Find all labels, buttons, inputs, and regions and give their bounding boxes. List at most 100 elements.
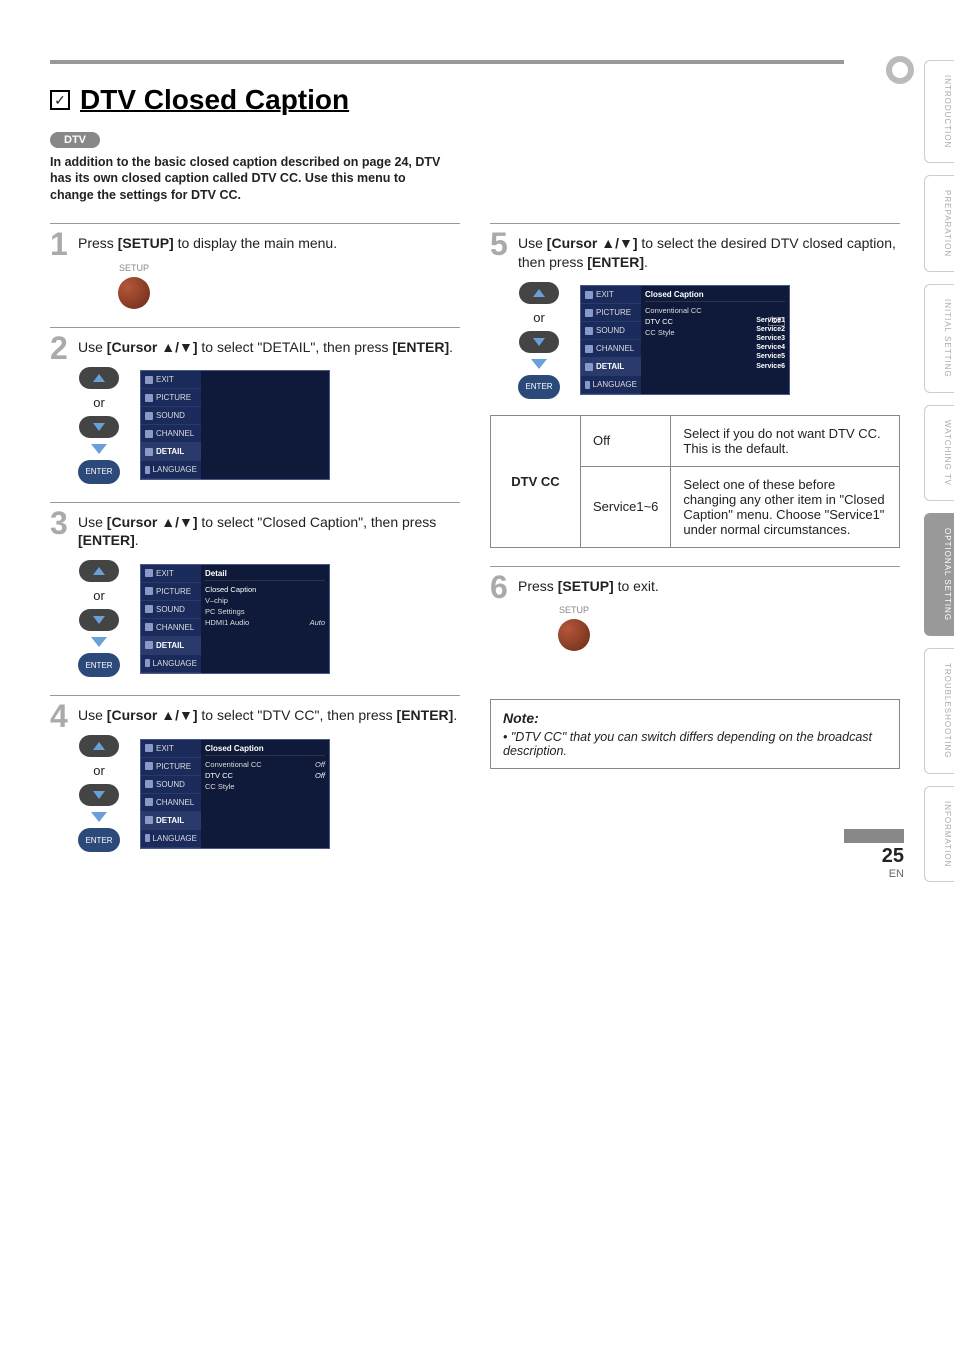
chevron-down-icon — [91, 444, 107, 454]
step-4: 4 Use [Cursor ▲/▼] to select "DTV CC", t… — [50, 695, 460, 870]
osd-tab-language: LANGUAGE — [141, 655, 201, 673]
osd-tab-language: LANGUAGE — [141, 830, 201, 848]
osd-step5: EXIT PICTURE SOUND CHANNEL DETAIL LANGUA… — [580, 285, 790, 395]
osd-tab-detail: DETAIL — [141, 637, 201, 655]
note-item: "DTV CC" that you can switch differs dep… — [503, 730, 887, 758]
t: Press — [518, 578, 558, 594]
osd-tab-language: LANGUAGE — [581, 376, 641, 394]
step-1: 1 Press [SETUP] to display the main menu… — [50, 223, 460, 327]
osd-tab-channel: CHANNEL — [141, 794, 201, 812]
step-number: 4 — [50, 700, 68, 732]
service-opt: Service4 — [756, 343, 785, 352]
t: [ENTER] — [392, 339, 449, 355]
t: . — [135, 532, 139, 548]
osd-tab-picture: PICTURE — [141, 758, 201, 776]
option-desc: Select if you do not want DTV CC. This i… — [671, 415, 900, 466]
t: [Cursor ▲/▼] — [107, 339, 198, 355]
cursor-down-icon — [519, 331, 559, 353]
t: . — [453, 707, 457, 723]
step-2: 2 Use [Cursor ▲/▼] to select "DETAIL", t… — [50, 327, 460, 502]
osd-tab-picture: PICTURE — [581, 304, 641, 322]
service-opt: Service6 — [756, 362, 785, 371]
t: Use — [518, 235, 547, 251]
page-lang: EN — [844, 868, 904, 880]
step-5: 5 Use [Cursor ▲/▼] to select the desired… — [490, 223, 900, 566]
footer: 25 EN — [844, 829, 904, 880]
t: Use — [78, 514, 107, 530]
osd-tab-sound: SOUND — [141, 776, 201, 794]
service-list: Service1 Service2 Service3 Service4 Serv… — [756, 316, 785, 371]
side-tab-initial-setting[interactable]: INITIAL SETTING — [924, 284, 954, 393]
step-number: 5 — [490, 228, 508, 260]
t: [SETUP] — [558, 578, 614, 594]
osd-tab-detail: DETAIL — [581, 358, 641, 376]
t: [Cursor ▲/▼] — [107, 707, 198, 723]
t: . — [449, 339, 453, 355]
side-tab-troubleshooting[interactable]: TROUBLESHOOTING — [924, 648, 954, 773]
option-desc: Select one of these before changing any … — [671, 466, 900, 547]
dtv-cc-option-table: DTV CC Off Select if you do not want DTV… — [490, 415, 900, 548]
option-name: Service1~6 — [581, 466, 671, 547]
osd-item: HDMI1 AudioAuto — [205, 617, 325, 628]
side-tab-optional-setting[interactable]: OPTIONAL SETTING — [924, 513, 954, 636]
step-3: 3 Use [Cursor ▲/▼] to select "Closed Cap… — [50, 502, 460, 696]
top-rule — [50, 60, 844, 64]
remote-cursor-stack: or ENTER — [518, 282, 560, 399]
t: [ENTER] — [78, 532, 135, 548]
side-tab-watching-tv[interactable]: WATCHING TV — [924, 405, 954, 501]
chevron-down-icon — [91, 812, 107, 822]
note-title: Note: — [503, 710, 887, 726]
osd-tab-detail: DETAIL — [141, 443, 201, 461]
intro-text: In addition to the basic closed caption … — [50, 154, 450, 203]
osd-tab-exit: EXIT — [141, 565, 201, 583]
osd-tab-exit: EXIT — [141, 371, 201, 389]
step-number: 2 — [50, 332, 68, 364]
t: to select "DTV CC", then press — [198, 707, 397, 723]
step-4-text: Use [Cursor ▲/▼] to select "DTV CC", the… — [78, 706, 460, 725]
cursor-up-icon — [79, 560, 119, 582]
t: . — [644, 254, 648, 270]
remote-cursor-stack: or ENTER — [78, 735, 120, 852]
cursor-down-icon — [79, 609, 119, 631]
osd-header: Closed Caption — [205, 744, 325, 756]
service-opt: Service5 — [756, 352, 785, 361]
osd-tab-sound: SOUND — [141, 601, 201, 619]
osd-item: Conventional CCOff — [205, 759, 325, 770]
side-nav: INTRODUCTION PREPARATION INITIAL SETTING… — [924, 60, 954, 882]
cursor-up-icon — [79, 367, 119, 389]
enter-button-icon: ENTER — [78, 653, 120, 677]
step-3-visual: or ENTER EXIT PICTURE SOUND CHANNEL DETA… — [78, 560, 460, 677]
step-6-visual: SETUP — [518, 605, 900, 651]
left-column: 1 Press [SETUP] to display the main menu… — [50, 223, 460, 870]
t: to select "DETAIL", then press — [198, 339, 393, 355]
chevron-down-icon — [91, 637, 107, 647]
osd-tab-exit: EXIT — [141, 740, 201, 758]
side-tab-preparation[interactable]: PREPARATION — [924, 175, 954, 272]
service-opt: Service3 — [756, 334, 785, 343]
step-6-text: Press [SETUP] to exit. — [518, 577, 900, 596]
step-5-visual: or ENTER EXIT PICTURE SOUND CHANNEL DETA… — [518, 282, 900, 399]
step-1-text: Press [SETUP] to display the main menu. — [78, 234, 460, 253]
top-circle-decoration — [886, 56, 914, 84]
enter-button-icon: ENTER — [78, 460, 120, 484]
t: to select "Closed Caption", then press — [198, 514, 437, 530]
osd-step3: EXIT PICTURE SOUND CHANNEL DETAIL LANGUA… — [140, 564, 330, 674]
enter-button-icon: ENTER — [518, 375, 560, 399]
title-row: ✓ DTV Closed Caption — [50, 84, 904, 116]
step-3-text: Use [Cursor ▲/▼] to select "Closed Capti… — [78, 513, 460, 551]
t: Use — [78, 707, 107, 723]
side-tab-information[interactable]: INFORMATION — [924, 786, 954, 882]
t: Use — [78, 339, 107, 355]
osd-tab-sound: SOUND — [581, 322, 641, 340]
remote-cursor-stack: or ENTER — [78, 367, 120, 484]
option-name: Off — [581, 415, 671, 466]
cursor-down-icon — [79, 416, 119, 438]
text: Press — [78, 235, 118, 251]
page-bar — [844, 829, 904, 843]
setup-button-icon — [558, 619, 590, 651]
osd-item: PC Settings — [205, 606, 325, 617]
side-tab-introduction[interactable]: INTRODUCTION — [924, 60, 954, 163]
osd-tab-language: LANGUAGE — [141, 461, 201, 479]
osd-item: V–chip — [205, 595, 325, 606]
osd-item: CC Style — [205, 781, 325, 792]
